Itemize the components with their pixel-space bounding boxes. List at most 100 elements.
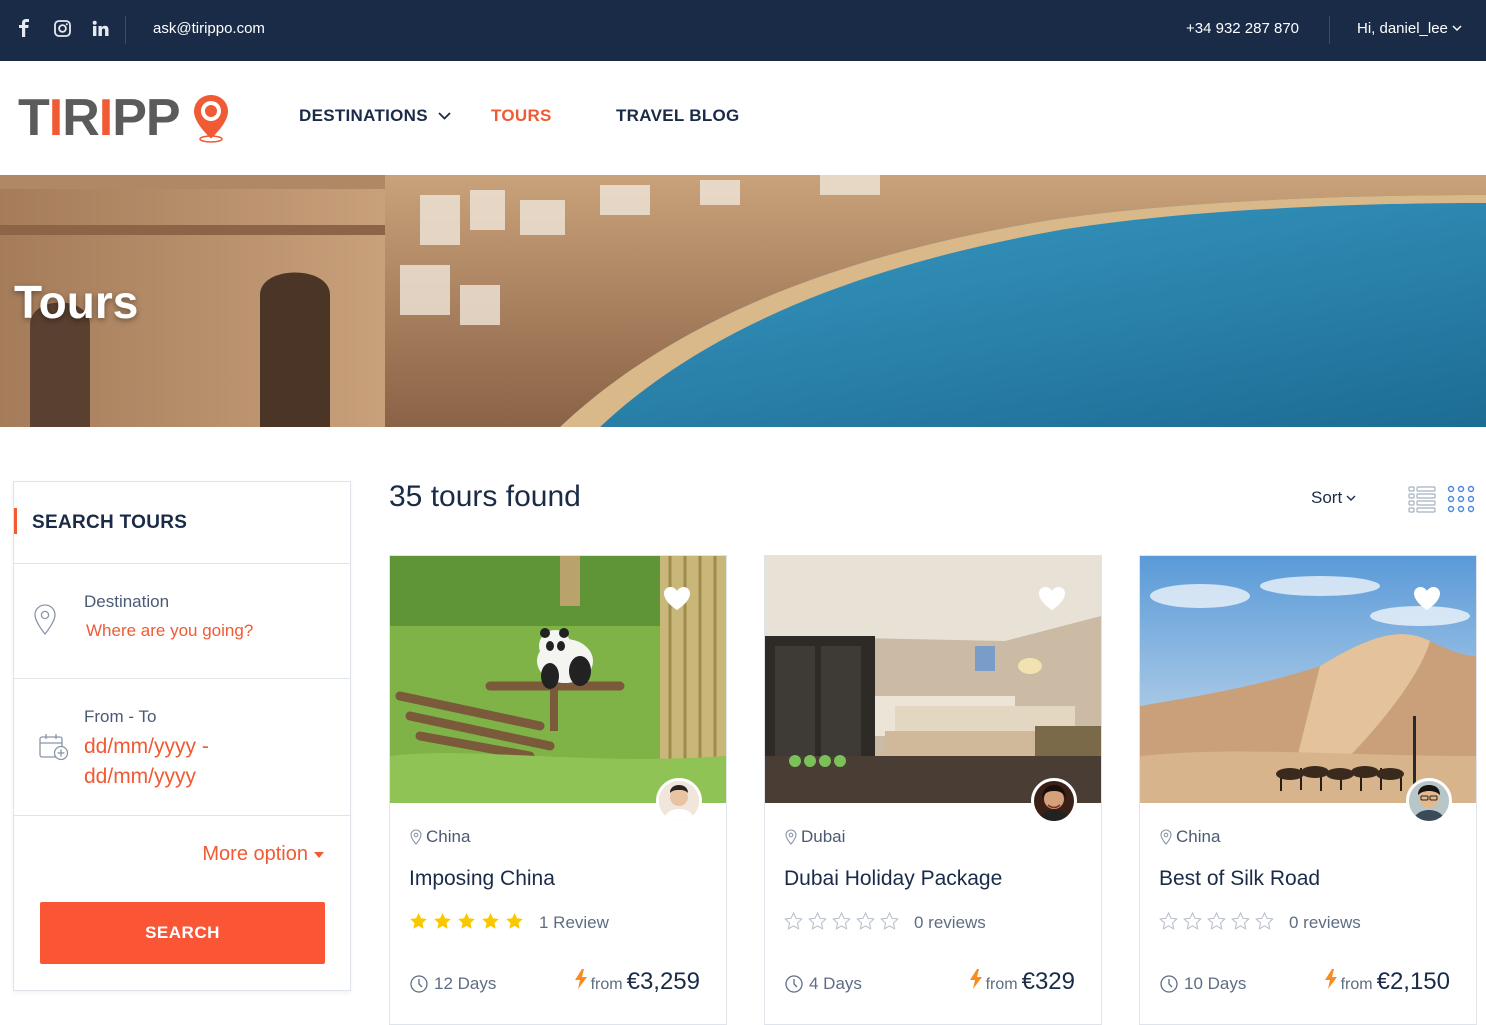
lightning-icon <box>574 969 587 989</box>
top-bar: ask@tirippo.com +34 932 287 870 Hi, dani… <box>0 0 1486 61</box>
divider <box>125 16 126 44</box>
date-range-label: From - To <box>84 707 157 726</box>
page-title: Tours <box>14 276 139 328</box>
map-pin-icon <box>785 829 797 845</box>
hero-banner: Tours <box>0 175 1486 427</box>
tour-duration: 12 Days <box>410 974 496 994</box>
star-icon <box>1183 912 1202 930</box>
tour-duration: 10 Days <box>1160 974 1246 994</box>
hero-image <box>0 175 1486 427</box>
star-icon <box>1159 912 1178 930</box>
sort-label: Sort <box>1311 488 1343 507</box>
results-count: 35 tours found <box>389 480 581 513</box>
map-pin-icon <box>34 604 56 636</box>
price-prefix: from <box>985 976 1018 993</box>
tour-price: from €2,150 <box>1324 968 1450 996</box>
price-prefix: from <box>590 976 623 993</box>
star-icon <box>1207 912 1226 930</box>
star-icon <box>808 912 827 930</box>
destination-label: Destination <box>84 592 170 611</box>
star-icon <box>880 912 899 930</box>
nav-tours[interactable]: TOURS <box>491 106 552 126</box>
sort-dropdown[interactable]: Sort <box>1311 488 1356 508</box>
review-count[interactable]: 0 reviews <box>914 913 986 933</box>
grid-view-icon[interactable] <box>1447 485 1475 513</box>
tour-location: China <box>1160 827 1220 847</box>
list-view-icon[interactable] <box>1408 485 1436 513</box>
price-amount: €329 <box>1021 968 1075 995</box>
clock-icon <box>1160 975 1178 993</box>
review-count[interactable]: 1 Review <box>539 913 609 933</box>
more-option-label: More option <box>202 843 308 865</box>
tour-title[interactable]: Best of Silk Road <box>1159 867 1320 891</box>
user-menu[interactable]: Hi, daniel_lee <box>1357 20 1462 37</box>
tour-location-label: China <box>1176 827 1221 846</box>
star-icon <box>410 913 427 929</box>
star-icon <box>506 913 523 929</box>
calendar-add-icon <box>39 734 69 761</box>
star-rating <box>784 912 899 930</box>
map-pin-icon <box>1160 829 1172 845</box>
instagram-icon[interactable] <box>52 16 72 40</box>
tour-card[interactable]: China Best of Silk Road 0 reviews 10 Day… <box>1139 555 1477 1025</box>
tour-location: China <box>410 827 470 847</box>
search-tours-panel: SEARCH TOURS Destination Where are you g… <box>13 481 351 991</box>
tour-title[interactable]: Dubai Holiday Package <box>784 867 1002 891</box>
chevron-down-icon <box>1452 25 1462 32</box>
search-button[interactable]: SEARCH <box>40 902 325 964</box>
heart-icon[interactable] <box>663 586 691 611</box>
tour-duration-label: 10 Days <box>1184 974 1247 993</box>
star-icon <box>784 912 803 930</box>
avatar[interactable] <box>1406 778 1452 824</box>
clock-icon <box>410 975 428 993</box>
tour-duration: 4 Days <box>785 974 862 994</box>
price-prefix: from <box>1340 976 1373 993</box>
avatar[interactable] <box>1031 778 1077 824</box>
svg-text:TIRIPP: TIRIPP <box>18 89 180 145</box>
star-icon <box>434 913 451 929</box>
price-amount: €2,150 <box>1376 968 1450 995</box>
price-amount: €3,259 <box>626 968 700 995</box>
chevron-down-icon <box>1346 495 1356 501</box>
review-count[interactable]: 0 reviews <box>1289 913 1361 933</box>
site-logo[interactable]: TIRIPP <box>18 89 233 145</box>
search-panel-title: SEARCH TOURS <box>32 512 188 533</box>
tour-card[interactable]: China Imposing China 1 Review 12 Days fr… <box>389 555 727 1025</box>
tour-location-label: China <box>426 827 471 846</box>
contact-email[interactable]: ask@tirippo.com <box>153 20 265 37</box>
nav-destinations-label: DESTINATIONS <box>299 106 428 125</box>
heart-icon[interactable] <box>1038 586 1066 611</box>
chevron-down-icon <box>438 112 451 120</box>
tour-price: from €329 <box>969 968 1075 996</box>
avatar[interactable] <box>656 778 702 824</box>
nav-destinations[interactable]: DESTINATIONS <box>299 106 451 126</box>
destination-field[interactable]: Destination Where are you going? <box>14 564 350 679</box>
linkedin-icon[interactable] <box>90 16 110 40</box>
heart-icon[interactable] <box>1413 586 1441 611</box>
star-icon <box>832 912 851 930</box>
nav-travel-blog[interactable]: TRAVEL BLOG <box>616 106 740 126</box>
star-rating <box>1159 912 1274 930</box>
clock-icon <box>785 975 803 993</box>
star-rating <box>409 912 524 930</box>
tour-duration-label: 12 Days <box>434 974 497 993</box>
destination-input[interactable]: Where are you going? <box>86 621 253 641</box>
lightning-icon <box>1324 969 1337 989</box>
facebook-icon[interactable] <box>14 16 34 40</box>
map-pin-icon <box>410 829 422 845</box>
star-icon <box>856 912 875 930</box>
caret-down-icon <box>314 851 324 858</box>
divider <box>1329 16 1330 44</box>
date-range-field[interactable]: From - To dd/mm/yyyy - dd/mm/yyyy <box>14 679 350 816</box>
social-links <box>14 16 110 40</box>
accent-bar <box>14 508 17 534</box>
tour-location-label: Dubai <box>801 827 846 846</box>
site-header: TIRIPP DESTINATIONS TOURS TRAVEL BLOG <box>0 61 1486 175</box>
contact-phone[interactable]: +34 932 287 870 <box>1186 20 1299 37</box>
tour-card[interactable]: Dubai Dubai Holiday Package 0 reviews 4 … <box>764 555 1102 1025</box>
tour-title[interactable]: Imposing China <box>409 867 555 891</box>
date-range-input[interactable]: dd/mm/yyyy - dd/mm/yyyy <box>84 732 254 792</box>
star-icon <box>1255 912 1274 930</box>
more-option-toggle[interactable]: More option <box>202 843 324 866</box>
tour-price: from €3,259 <box>574 968 700 996</box>
